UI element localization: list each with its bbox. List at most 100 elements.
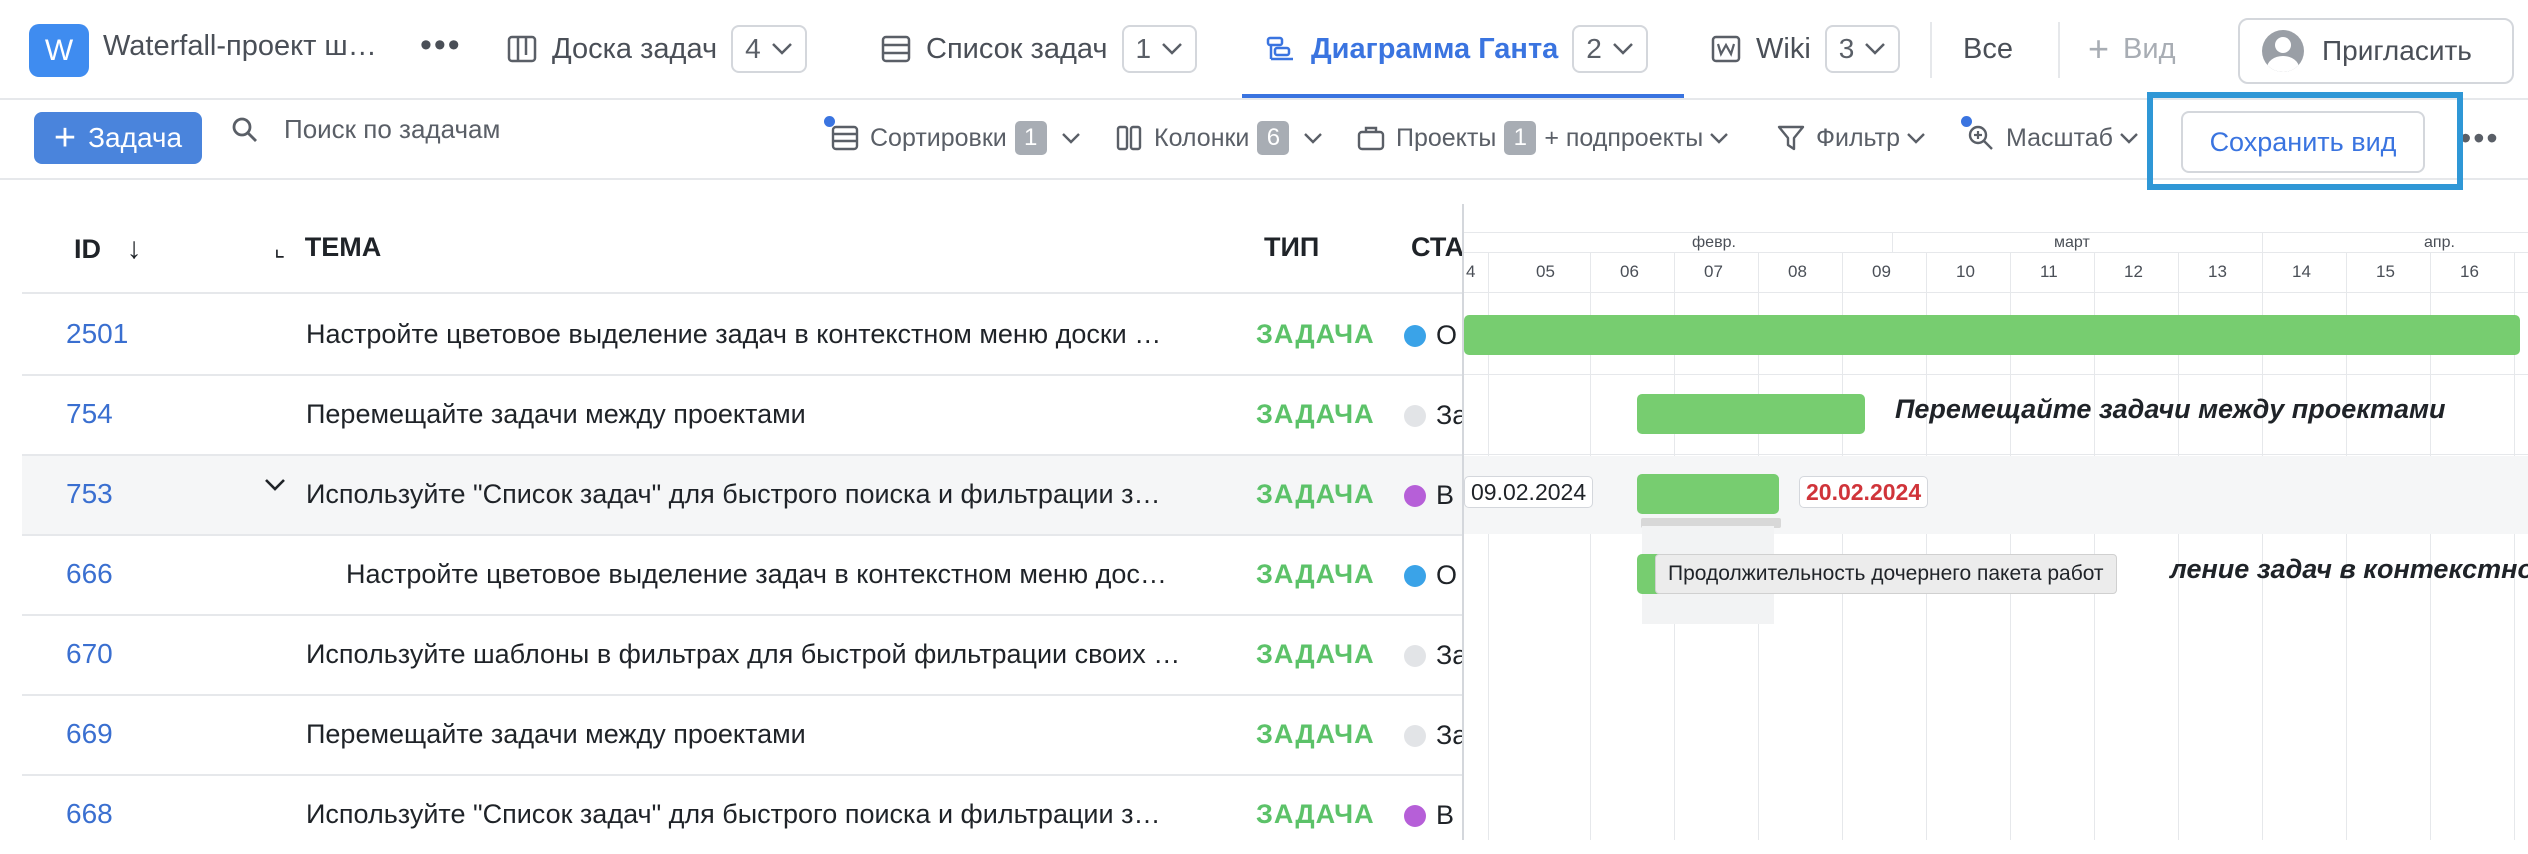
task-type: ЗАДАЧА xyxy=(1256,559,1375,589)
task-status[interactable]: О xyxy=(1404,320,1457,351)
gantt-week-label: 14 xyxy=(2292,262,2311,281)
status-dot-icon xyxy=(1404,484,1426,507)
chevron-down-icon xyxy=(1612,43,1633,55)
gantt-row-line xyxy=(1464,454,2528,455)
table-row[interactable]: 753 Используйте "Список задач" для быстр… xyxy=(22,456,1462,534)
task-status[interactable]: За xyxy=(1404,720,1467,751)
tab-board-label: Доска задач xyxy=(552,32,718,65)
chevron-down-icon xyxy=(771,43,792,55)
save-view-button[interactable]: Сохранить вид xyxy=(2181,111,2425,173)
gantt-end-date: 20.02.2024 xyxy=(1799,476,1929,508)
tab-task-list[interactable]: Список задач 1 xyxy=(880,22,1198,76)
task-id-link[interactable]: 666 xyxy=(66,558,113,590)
table-row[interactable]: 754 Перемещайте задачи между проектами З… xyxy=(22,376,1467,454)
gantt-chart[interactable]: февр. март апр. 4 05 06 07 08 09 10 11 1… xyxy=(1462,204,2528,840)
task-type: ЗАДАЧА xyxy=(1256,639,1375,669)
divider xyxy=(2058,22,2060,78)
tab-wiki-count[interactable]: 3 xyxy=(1824,25,1901,73)
task-id-link[interactable]: 753 xyxy=(66,478,113,510)
tab-gantt[interactable]: Диаграмма Ганта 2 xyxy=(1265,22,1648,76)
gantt-row-highlight xyxy=(1464,456,2528,534)
task-id-link[interactable]: 2501 xyxy=(66,318,128,350)
tab-gantt-count[interactable]: 2 xyxy=(1572,25,1648,73)
board-icon xyxy=(507,35,537,63)
search-icon xyxy=(232,117,257,142)
gantt-week-label: 06 xyxy=(1620,262,1639,281)
tab-wiki[interactable]: Wiki 3 xyxy=(1710,22,1901,76)
add-task-button[interactable]: + Задача xyxy=(34,112,202,164)
tab-gantt-label: Диаграмма Ганта xyxy=(1311,32,1559,65)
header-divider xyxy=(22,292,1462,294)
task-status[interactable]: О xyxy=(1404,560,1457,591)
task-id-link[interactable]: 754 xyxy=(66,398,113,430)
task-theme[interactable]: Настройте цветовое выделение задач в кон… xyxy=(306,319,1161,350)
gantt-bar[interactable] xyxy=(1637,474,1779,514)
filter-icon xyxy=(1777,125,1805,151)
task-theme[interactable]: Используйте "Список задач" для быстрого … xyxy=(306,479,1160,510)
tab-board-count[interactable]: 4 xyxy=(731,25,807,73)
tab-board[interactable]: Доска задач 4 xyxy=(506,22,807,76)
task-theme[interactable]: Используйте шаблоны в фильтрах для быстр… xyxy=(306,639,1180,670)
tab-task-list-label: Список задач xyxy=(926,32,1108,65)
tab-wiki-label: Wiki xyxy=(1756,32,1811,65)
column-header-id[interactable]: ID ↓ xyxy=(74,232,142,266)
status-dot-icon xyxy=(1404,804,1426,827)
column-header-status[interactable]: СТА xyxy=(1411,232,1464,263)
projects-button[interactable]: Проекты 1 + подпроекты xyxy=(1356,118,1729,158)
task-status[interactable]: За xyxy=(1404,640,1467,671)
chevron-down-icon xyxy=(1162,43,1182,55)
columns-icon xyxy=(1116,125,1142,151)
gantt-week-label: 12 xyxy=(2124,262,2143,281)
task-id-link[interactable]: 670 xyxy=(66,638,113,670)
columns-count-badge: 6 xyxy=(1257,121,1290,155)
gantt-header-line xyxy=(1464,292,2528,293)
filter-button[interactable]: Фильтр xyxy=(1776,118,1926,158)
gantt-bar[interactable] xyxy=(1637,394,1865,434)
gantt-start-date: 09.02.2024 xyxy=(1464,476,1594,508)
plus-icon: + xyxy=(2088,28,2110,69)
chevron-down-icon xyxy=(2120,133,2138,144)
divider xyxy=(1930,22,1932,78)
more-toolbar-icon[interactable]: ••• xyxy=(2460,118,2500,158)
columns-button[interactable]: Колонки 6 xyxy=(1114,118,1323,158)
project-logo[interactable]: W xyxy=(29,24,89,77)
search-input[interactable]: Поиск по задачам xyxy=(230,114,500,145)
table-row[interactable]: 670 Используйте шаблоны в фильтрах для б… xyxy=(22,616,1467,694)
sort-button[interactable]: Сортировки 1 xyxy=(830,118,1081,158)
task-status[interactable]: В xyxy=(1404,480,1454,511)
column-header-theme[interactable]: ⌞ ТЕМА xyxy=(274,232,381,263)
task-status[interactable]: За xyxy=(1404,400,1467,431)
task-id-link[interactable]: 668 xyxy=(66,798,113,830)
invite-button[interactable]: Пригласить xyxy=(2238,18,2514,84)
sort-count-badge: 1 xyxy=(1014,121,1047,155)
month-divider xyxy=(2262,232,2263,252)
zoom-button[interactable]: Масштаб xyxy=(1966,118,2139,158)
gantt-week-label: 4 xyxy=(1466,262,1476,281)
project-title[interactable]: Waterfall-проект ш… xyxy=(103,30,377,63)
task-status[interactable]: В xyxy=(1404,800,1454,831)
task-theme[interactable]: Перемещайте задачи между проектами xyxy=(306,399,806,430)
more-options-icon[interactable]: ••• xyxy=(420,26,462,65)
top-tab-bar: W Waterfall-проект ш… ••• Доска задач 4 … xyxy=(0,0,2528,100)
gantt-week-label: 11 xyxy=(2040,262,2058,281)
gantt-week-label: 07 xyxy=(1704,262,1723,281)
task-id-link[interactable]: 669 xyxy=(66,718,113,750)
table-row[interactable]: 666 Настройте цветовое выделение задач в… xyxy=(22,536,1462,614)
task-theme[interactable]: Перемещайте задачи между проектами xyxy=(306,719,806,750)
task-theme[interactable]: Используйте "Список задач" для быстрого … xyxy=(306,799,1160,830)
task-theme[interactable]: Настройте цветовое выделение задач в кон… xyxy=(346,559,1167,590)
task-type: ЗАДАЧА xyxy=(1256,399,1375,429)
table-row[interactable]: 668 Используйте "Список задач" для быстр… xyxy=(22,776,1462,854)
gantt-week-label: 15 xyxy=(2376,262,2395,281)
all-views-button[interactable]: Все xyxy=(1963,22,2013,76)
table-row[interactable]: 669 Перемещайте задачи между проектами З… xyxy=(22,696,1467,774)
zoom-icon xyxy=(1968,125,1993,150)
chevron-down-icon xyxy=(1061,133,1080,144)
chevron-down-icon[interactable] xyxy=(264,478,286,497)
user-avatar-icon xyxy=(2262,30,2304,72)
gantt-bar[interactable] xyxy=(1464,315,2520,355)
table-row[interactable]: 2501 Настройте цветовое выделение задач … xyxy=(22,296,1462,374)
add-view-button[interactable]: + Вид xyxy=(2088,22,2176,76)
column-header-type[interactable]: ТИП xyxy=(1264,232,1319,263)
tab-task-list-count[interactable]: 1 xyxy=(1121,25,1198,73)
